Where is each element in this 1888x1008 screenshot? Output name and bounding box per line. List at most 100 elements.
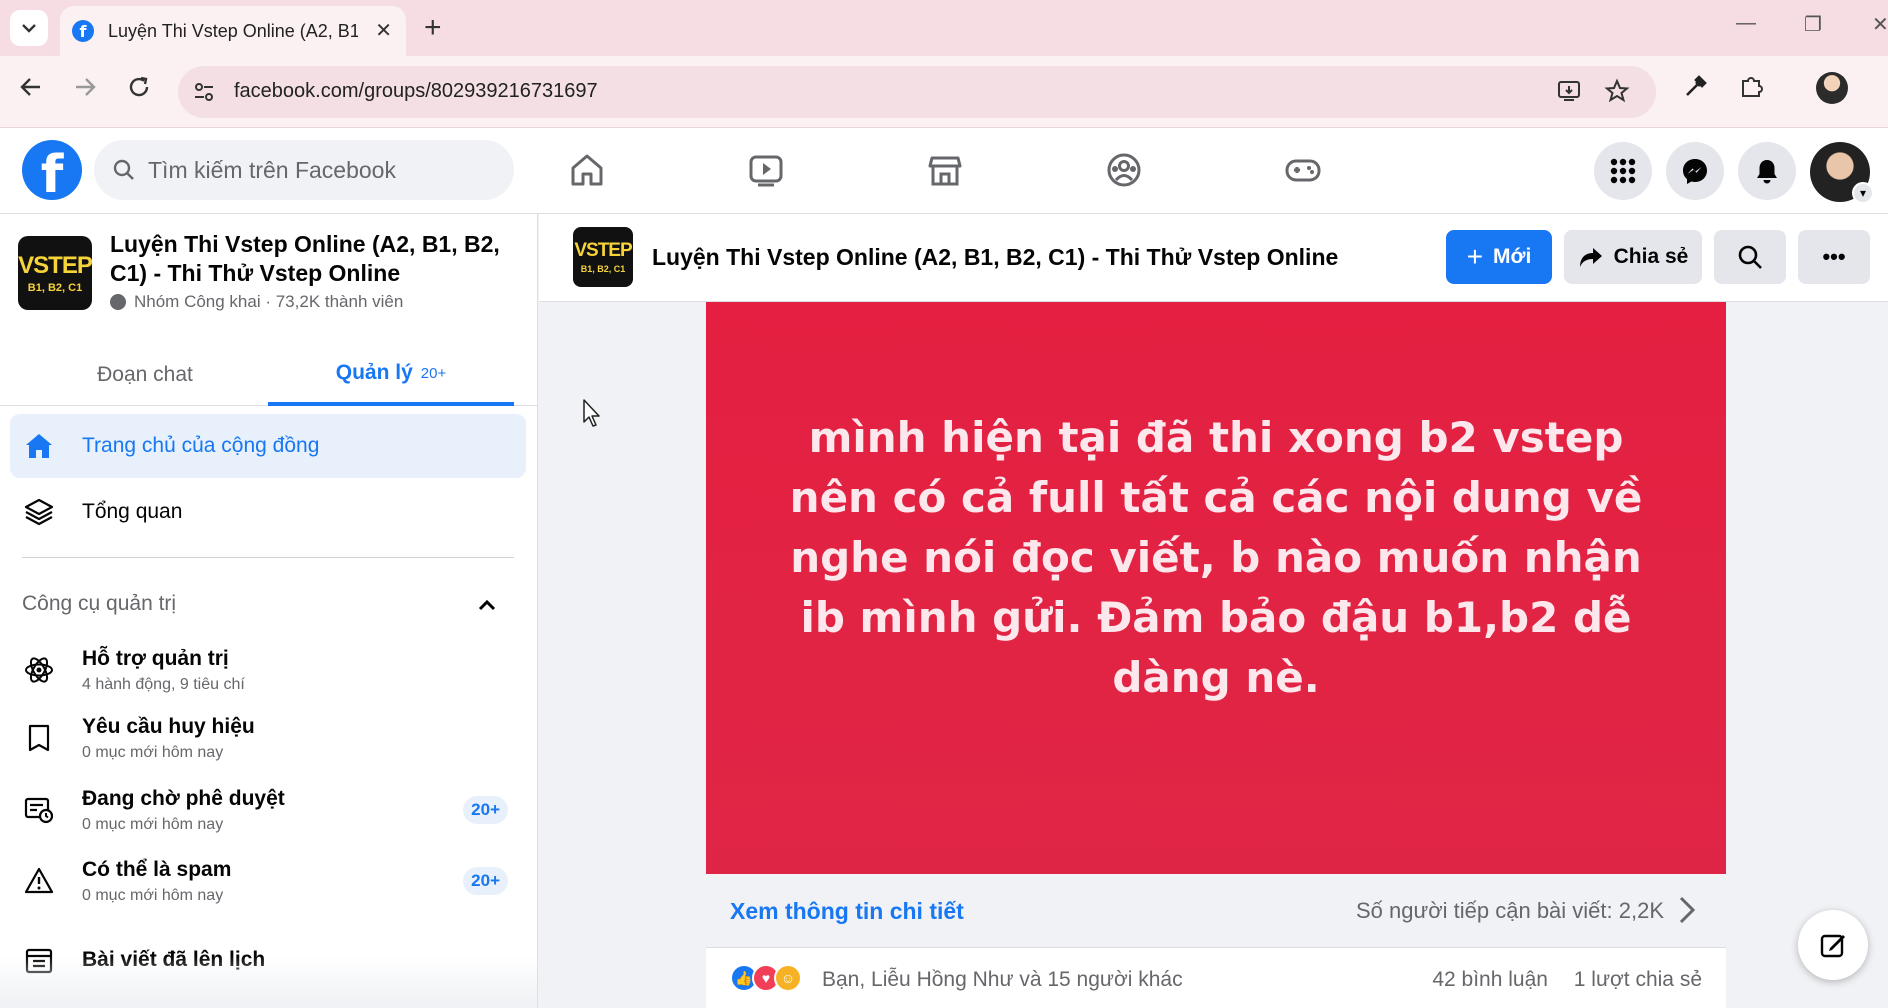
new-post-label: Mới: [1493, 245, 1532, 268]
browser-profile-avatar[interactable]: [1816, 72, 1848, 104]
post-card: mình hiện tại đã thi xong b2 vstep nên c…: [706, 302, 1726, 1008]
group-bar-avatar[interactable]: VSTEP B1, B2, C1: [573, 227, 633, 287]
address-bar[interactable]: facebook.com/groups/802939216731697: [178, 66, 1656, 118]
gaming-icon[interactable]: [1281, 148, 1325, 192]
groups-icon[interactable]: [1102, 148, 1146, 192]
tool-subtitle: 0 mục mới hôm nay: [82, 886, 224, 904]
reaction-icons[interactable]: 👍 ♥ ☺: [730, 964, 802, 992]
mouse-cursor-icon: [583, 399, 600, 427]
new-message-button[interactable]: [1798, 910, 1868, 980]
post-text: mình hiện tại đã thi xong b2 vstep nên c…: [789, 413, 1643, 702]
arrow-right-icon: [76, 78, 96, 96]
sidebar-item-badge-requests[interactable]: Yêu cầu huy hiệu 0 mục mới hôm nay: [10, 704, 526, 772]
group-search-button[interactable]: [1714, 230, 1786, 284]
new-tab-button[interactable]: +: [424, 10, 442, 46]
new-post-button[interactable]: + Mới: [1446, 230, 1552, 284]
extensions-puzzle-icon[interactable]: [1738, 72, 1766, 107]
count-badge: 20+: [463, 796, 508, 824]
facebook-logo-icon[interactable]: f: [22, 140, 82, 200]
sidebar-item-overview[interactable]: Tổng quan: [10, 480, 526, 544]
tool-title: Đang chờ phê duyệt: [82, 786, 285, 810]
group-bar-title[interactable]: Luyện Thi Vstep Online (A2, B1, B2, C1) …: [652, 244, 1338, 271]
search-icon: [1738, 245, 1762, 269]
chevron-up-icon: [478, 599, 496, 611]
search-icon: [113, 159, 134, 180]
globe-icon: [110, 294, 126, 310]
browser-tab[interactable]: f Luyện Thi Vstep Online (A2, B1, B2, C1…: [60, 6, 406, 56]
tab-manage-badge: 20+: [420, 364, 447, 382]
sidebar-item-label: Tổng quan: [82, 500, 183, 523]
forward-button[interactable]: [72, 74, 98, 107]
restore-window-icon[interactable]: ❐: [1804, 12, 1822, 37]
browser-toolbar: facebook.com/groups/802939216731697 ⋮: [0, 56, 1888, 128]
tool-title: Có thể là spam: [82, 857, 232, 881]
sidebar-item-pending-approval[interactable]: Đang chờ phê duyệt 0 mục mới hôm nay 20+: [10, 776, 526, 844]
tab-search-button[interactable]: [10, 10, 48, 46]
tab-chats[interactable]: Đoạn chat: [22, 344, 268, 406]
view-details-link[interactable]: Xem thông tin chi tiết: [730, 898, 964, 925]
back-button[interactable]: [18, 74, 44, 107]
admin-tools-heading: Công cụ quản trị: [22, 592, 177, 615]
video-icon[interactable]: [744, 148, 788, 192]
install-app-icon[interactable]: [1556, 78, 1582, 111]
browser-tab-strip: f Luyện Thi Vstep Online (A2, B1, B2, C1…: [0, 0, 1888, 56]
arrow-left-icon: [20, 78, 40, 96]
layers-icon: [22, 495, 56, 529]
messenger-button[interactable]: [1666, 142, 1724, 200]
facebook-search-box[interactable]: [94, 140, 514, 200]
shares-count[interactable]: 1 lượt chia sẻ: [1574, 968, 1702, 991]
post-insights-bar: Xem thông tin chi tiết Số người tiếp cận…: [706, 874, 1726, 948]
notifications-button[interactable]: [1738, 142, 1796, 200]
reload-button[interactable]: [126, 74, 152, 107]
close-tab-icon[interactable]: ✕: [375, 18, 392, 43]
pending-clock-icon: [22, 793, 56, 827]
group-meta: Nhóm Công khai · 73,2K thành viên: [110, 292, 403, 312]
warning-icon: [22, 864, 56, 898]
tab-manage-label: Quản lý: [335, 361, 413, 384]
share-label: Chia sẻ: [1613, 245, 1689, 268]
sidebar-item-admin-assist[interactable]: Hỗ trợ quản trị 4 hành động, 9 tiêu chí: [10, 636, 526, 704]
share-button[interactable]: Chia sẻ: [1564, 230, 1702, 284]
group-avatar[interactable]: VSTEP B1, B2, C1: [18, 236, 93, 310]
account-avatar[interactable]: ▾: [1810, 142, 1874, 204]
group-avatar-text-bottom: B1, B2, C1: [27, 282, 83, 294]
marketplace-icon[interactable]: [923, 148, 967, 192]
facebook-favicon-icon: f: [72, 20, 94, 42]
url-text: facebook.com/groups/802939216731697: [234, 80, 598, 102]
sidebar-item-community-home[interactable]: Trang chủ của cộng đồng: [10, 414, 526, 478]
more-options-button[interactable]: •••: [1798, 230, 1870, 284]
tab-chats-label: Đoạn chat: [97, 363, 193, 386]
group-name[interactable]: Luyện Thi Vstep Online (A2, B1, B2, C1) …: [110, 230, 530, 288]
sidebar-divider: [22, 557, 514, 558]
bell-icon: [1757, 160, 1777, 184]
post-text-background[interactable]: mình hiện tại đã thi xong b2 vstep nên c…: [706, 302, 1726, 874]
menu-grid-button[interactable]: [1594, 142, 1652, 200]
site-settings-icon[interactable]: [192, 80, 216, 104]
browser-tab-title: Luyện Thi Vstep Online (A2, B1, B2, C1) …: [108, 20, 358, 41]
chevron-right-icon[interactable]: [1672, 892, 1702, 928]
collapse-section-button[interactable]: [470, 588, 504, 622]
group-bar-avatar-text-top: VSTEP: [574, 240, 632, 261]
group-admin-sidebar: VSTEP B1, B2, C1 Luyện Thi Vstep Online …: [0, 214, 538, 1008]
atom-icon: [22, 653, 56, 687]
minimize-window-icon[interactable]: —: [1736, 12, 1756, 35]
group-bar-avatar-text-bottom: B1, B2, C1: [580, 264, 626, 274]
facebook-search-input[interactable]: [148, 156, 488, 184]
count-badge: 20+: [463, 867, 508, 895]
ellipsis-icon: •••: [1822, 244, 1846, 269]
share-arrow-icon: [1579, 248, 1602, 267]
post-stats: 👍 ♥ ☺ Bạn, Liễu Hồng Như và 15 người khá…: [706, 948, 1726, 1008]
plus-icon: +: [1466, 241, 1484, 272]
reactions-summary[interactable]: Bạn, Liễu Hồng Như và 15 người khác: [822, 968, 1183, 992]
comments-count[interactable]: 42 bình luận: [1432, 968, 1548, 991]
sidebar-item-possible-spam[interactable]: Có thể là spam 0 mục mới hôm nay 20+: [10, 847, 526, 915]
home-icon[interactable]: [565, 148, 609, 192]
tab-manage[interactable]: Quản lý 20+: [268, 344, 514, 406]
close-window-icon[interactable]: ✕: [1872, 12, 1888, 37]
browser-menu-icon[interactable]: ⋮: [1878, 72, 1888, 101]
bookmark-star-icon[interactable]: [1604, 78, 1630, 111]
group-top-bar: VSTEP B1, B2, C1 Luyện Thi Vstep Online …: [539, 214, 1888, 302]
eyedropper-extension-icon[interactable]: [1682, 72, 1710, 107]
reload-icon: [129, 76, 149, 97]
account-chevron-icon[interactable]: ▾: [1852, 182, 1874, 204]
